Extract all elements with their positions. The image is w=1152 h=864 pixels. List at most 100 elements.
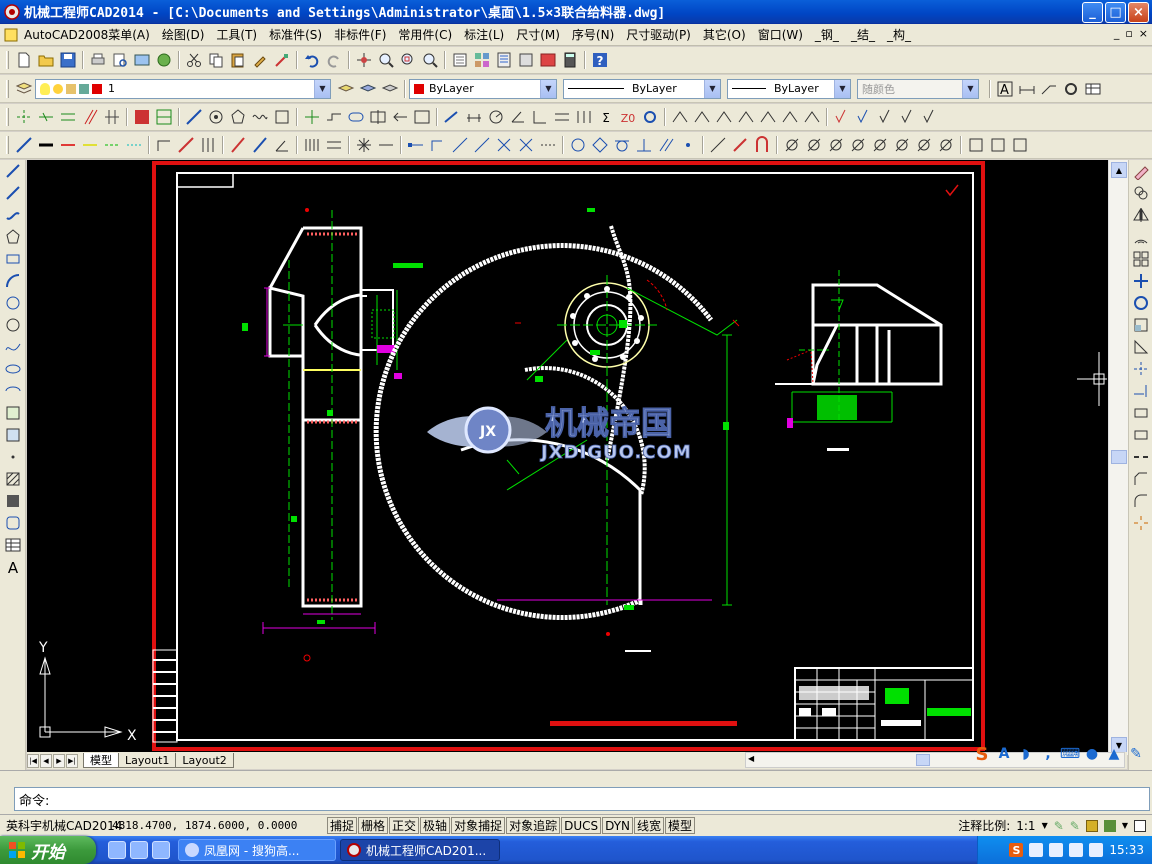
chevron-down-icon[interactable]: ▼: [834, 79, 850, 98]
browser-icon[interactable]: [152, 841, 170, 859]
ime-mode-icon[interactable]: A: [996, 746, 1012, 762]
rotate-icon[interactable]: [1129, 292, 1152, 314]
draw-rectangle-icon[interactable]: [0, 248, 26, 270]
diameter-5-icon[interactable]: [869, 134, 891, 156]
centerline-icon[interactable]: [13, 106, 35, 128]
redo-icon[interactable]: [323, 49, 345, 71]
gradient-icon[interactable]: [0, 490, 26, 512]
cyan-dash-line-icon[interactable]: [123, 134, 145, 156]
snap-none-icon[interactable]: [729, 134, 751, 156]
menu-item-steel[interactable]: _钢_: [809, 26, 845, 43]
slope-line-icon[interactable]: [183, 106, 205, 128]
maximize-button[interactable]: □: [1105, 2, 1126, 23]
draw-revcloud-icon[interactable]: [0, 314, 26, 336]
parallel-lines-icon[interactable]: [57, 106, 79, 128]
explode-icon[interactable]: [1129, 512, 1152, 534]
dim-aligned-icon[interactable]: [463, 106, 485, 128]
layer-dropdown[interactable]: 1 ▼: [35, 78, 331, 99]
open-file-icon[interactable]: [35, 49, 57, 71]
yellow-line-icon[interactable]: [79, 134, 101, 156]
menu-item-structure[interactable]: _结_: [845, 26, 881, 43]
sogou-ime-icon[interactable]: S: [974, 744, 990, 765]
snap-nearest-icon[interactable]: [707, 134, 729, 156]
zoom-realtime-icon[interactable]: [375, 49, 397, 71]
slanted-lines-icon[interactable]: [79, 106, 101, 128]
cross-lines-icon[interactable]: [101, 106, 123, 128]
paste-icon[interactable]: [227, 49, 249, 71]
taskbar-item-cad[interactable]: 机械工程师CAD201...: [340, 839, 500, 861]
show-desktop-icon[interactable]: [108, 841, 126, 859]
publish-icon[interactable]: [131, 49, 153, 71]
polygon-icon[interactable]: [227, 106, 249, 128]
break-at-point-icon[interactable]: [1129, 402, 1152, 424]
annotation-scale-value[interactable]: 1:1: [1016, 819, 1035, 833]
weld-symbol-4-icon[interactable]: [735, 106, 757, 128]
document-icon[interactable]: [4, 28, 18, 42]
snap-center-icon[interactable]: [567, 134, 589, 156]
draw-ellipse-icon[interactable]: [0, 358, 26, 380]
chevron-down-icon[interactable]: ▼: [962, 79, 978, 98]
stretch-icon[interactable]: [1129, 336, 1152, 358]
vertical-scrollbar[interactable]: ▲ ▼: [1108, 160, 1128, 755]
wave-line-icon[interactable]: [249, 106, 271, 128]
next-tab-icon[interactable]: ▶: [53, 753, 65, 768]
block-3-icon[interactable]: [1009, 134, 1031, 156]
fillet-icon[interactable]: [1129, 490, 1152, 512]
break-icon[interactable]: [1129, 424, 1152, 446]
array-icon[interactable]: [1129, 248, 1152, 270]
arrow-left-icon[interactable]: [389, 106, 411, 128]
zero-check-icon[interactable]: Z0: [617, 106, 639, 128]
menu-item-construct[interactable]: _构_: [881, 26, 917, 43]
ime-moon-icon[interactable]: ◗: [1018, 746, 1034, 762]
dim-radius-icon[interactable]: [485, 106, 507, 128]
plotstyle-dropdown[interactable]: 随颜色 ▼: [857, 78, 979, 99]
calculator-icon[interactable]: [559, 49, 581, 71]
snap-node-icon[interactable]: [677, 134, 699, 156]
centerline-extend-icon[interactable]: [35, 106, 57, 128]
weld-symbol-6-icon[interactable]: [779, 106, 801, 128]
snap-endpoint-icon[interactable]: [405, 134, 427, 156]
prev-tab-icon[interactable]: ◀: [40, 753, 52, 768]
regenerate-icon[interactable]: [1060, 78, 1082, 100]
match-properties-icon[interactable]: [249, 49, 271, 71]
title-bar[interactable]: 机械工程师CAD2014 - [C:\Documents and Setting…: [0, 0, 1152, 24]
draw-ellipse-arc-icon[interactable]: [0, 380, 26, 402]
new-file-icon[interactable]: [13, 49, 35, 71]
red-line-icon[interactable]: [57, 134, 79, 156]
first-tab-icon[interactable]: |◀: [27, 753, 39, 768]
tab-model[interactable]: 模型: [83, 753, 119, 768]
region-icon[interactable]: [0, 512, 26, 534]
print-preview-icon[interactable]: [109, 49, 131, 71]
diameter-3-icon[interactable]: [825, 134, 847, 156]
toggle-grid[interactable]: 栅格: [358, 817, 389, 834]
thick-line-icon[interactable]: [35, 134, 57, 156]
menu-item-serial-number[interactable]: 序号(N): [566, 26, 620, 43]
insert-block-icon[interactable]: [0, 402, 26, 424]
doc-minimize-button[interactable]: _: [1114, 27, 1120, 40]
dash-icon[interactable]: [375, 134, 397, 156]
trim-icon[interactable]: [1129, 358, 1152, 380]
tray-volume-icon[interactable]: [1069, 843, 1084, 857]
extend-icon[interactable]: [1129, 380, 1152, 402]
point-icon[interactable]: [0, 446, 26, 468]
block-editor-icon[interactable]: [271, 49, 293, 71]
start-button[interactable]: 开始: [0, 836, 96, 864]
snap-line-icon[interactable]: [471, 134, 493, 156]
print-icon[interactable]: [87, 49, 109, 71]
join-icon[interactable]: [1129, 446, 1152, 468]
snap-from-icon[interactable]: [427, 134, 449, 156]
tray-ime-icon[interactable]: [1089, 843, 1104, 857]
copy-object-icon[interactable]: [1129, 182, 1152, 204]
snap-parallel-icon[interactable]: [655, 134, 677, 156]
draw-spline-icon[interactable]: [0, 336, 26, 358]
draw-polygon-icon[interactable]: [0, 226, 26, 248]
tray-sogou-icon[interactable]: S: [1009, 843, 1024, 857]
view-box-icon[interactable]: [411, 106, 433, 128]
axis-icon[interactable]: [301, 106, 323, 128]
slot-icon[interactable]: [345, 106, 367, 128]
search-icon[interactable]: [130, 841, 148, 859]
diameter-6-icon[interactable]: [891, 134, 913, 156]
weld-symbol-7-icon[interactable]: [801, 106, 823, 128]
ime-skin-icon[interactable]: ▲: [1106, 746, 1122, 762]
osnap-settings-icon[interactable]: [751, 134, 773, 156]
